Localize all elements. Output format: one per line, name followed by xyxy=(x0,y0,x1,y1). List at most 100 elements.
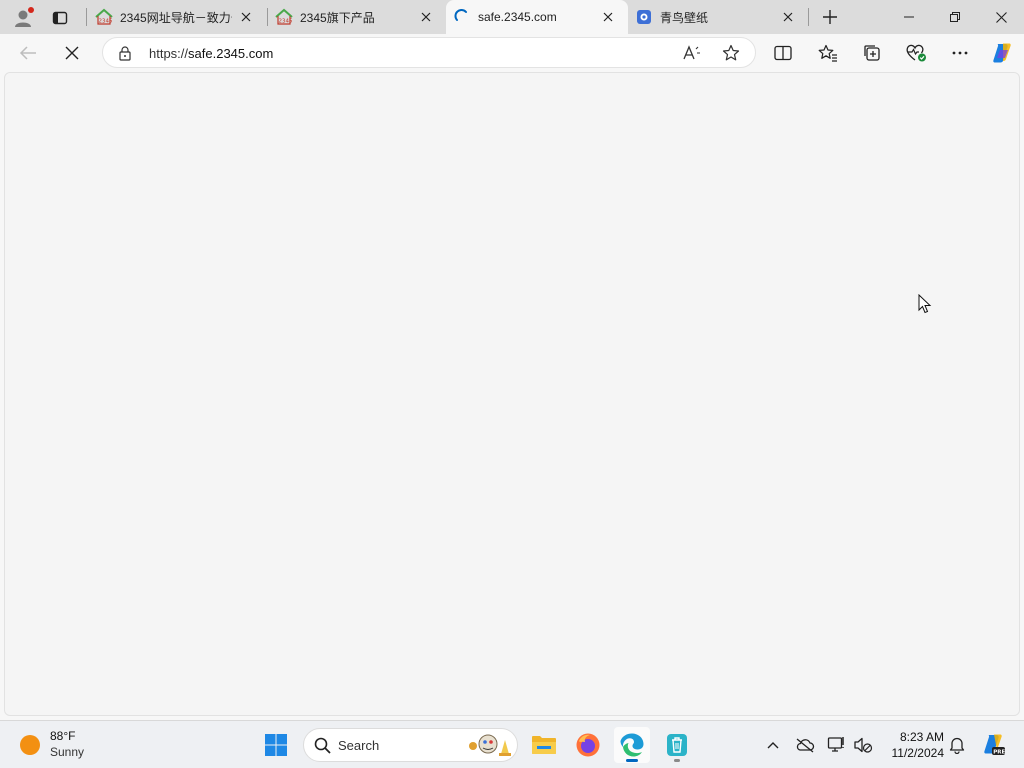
favorites-icon xyxy=(818,44,837,62)
copilot-taskbar-button[interactable]: PRE xyxy=(980,732,1006,758)
onedrive-tray-button[interactable] xyxy=(794,734,816,756)
browser-toolbar: https://safe.2345.com xyxy=(0,34,1024,72)
search-label: Search xyxy=(338,738,380,753)
svg-text:2345: 2345 xyxy=(279,19,293,25)
address-bar[interactable]: https://safe.2345.com xyxy=(102,37,756,68)
2345-house-icon: 2345 xyxy=(94,7,114,27)
tab-close-button[interactable] xyxy=(416,7,436,27)
tab-close-button[interactable] xyxy=(778,7,798,27)
tab-strip: 2345 2345网址导航－致力于 2345 2345旗下产品 safe.234… xyxy=(0,0,1024,34)
more-horizontal-icon xyxy=(952,51,968,55)
copilot-pre-icon: PRE xyxy=(984,734,1005,756)
collections-button[interactable] xyxy=(857,38,887,68)
volume-muted-icon xyxy=(854,737,873,753)
weather-condition: Sunny xyxy=(50,745,85,759)
tab-separator xyxy=(808,8,809,26)
clock-time: 8:23 AM xyxy=(899,730,944,744)
file-explorer-button[interactable] xyxy=(526,727,562,763)
system-clock[interactable]: 8:23 AM 11/2/2024 xyxy=(880,729,945,761)
split-screen-button[interactable] xyxy=(768,38,798,68)
weather-temp: 88°F xyxy=(50,729,76,743)
taskbar-search[interactable]: Search xyxy=(303,728,518,762)
network-tray-button[interactable] xyxy=(826,734,848,756)
tab-qingniao-wallpaper[interactable]: 青鸟壁纸 xyxy=(628,0,808,34)
edge-taskbar-button[interactable] xyxy=(614,727,650,763)
search-highlight-icon xyxy=(469,734,511,756)
notifications-button[interactable] xyxy=(946,734,968,756)
close-window-button[interactable] xyxy=(978,0,1024,34)
favorites-button[interactable] xyxy=(813,38,843,68)
windows-logo-icon xyxy=(265,734,287,756)
new-tab-button[interactable] xyxy=(816,4,844,30)
profile-button[interactable] xyxy=(6,4,40,32)
minimize-button[interactable] xyxy=(886,0,932,34)
stop-loading-button[interactable] xyxy=(57,38,87,68)
url-host: safe.2345.com xyxy=(188,46,274,61)
tab-actions-icon xyxy=(52,11,68,25)
running-app-indicator xyxy=(674,759,680,762)
tab-title: 2345旗下产品 xyxy=(300,10,375,25)
recycle-app-button[interactable] xyxy=(659,727,695,763)
network-display-icon xyxy=(827,737,844,752)
split-screen-icon xyxy=(774,45,792,61)
svg-text:2345: 2345 xyxy=(99,19,113,25)
close-icon xyxy=(995,11,1007,23)
web-content-area[interactable] xyxy=(4,72,1020,716)
tab-close-button[interactable] xyxy=(236,7,256,27)
volume-tray-button[interactable] xyxy=(852,734,874,756)
clock-date: 11/2/2024 xyxy=(891,746,945,760)
read-aloud-icon xyxy=(683,45,700,60)
tab-title: safe.2345.com xyxy=(478,10,557,24)
restore-button[interactable] xyxy=(932,0,978,34)
recycle-bin-icon xyxy=(667,734,687,756)
copilot-icon xyxy=(993,43,1011,63)
browser-essentials-button[interactable] xyxy=(901,38,931,68)
chevron-up-icon xyxy=(767,742,779,749)
read-aloud-button[interactable] xyxy=(681,43,703,63)
firefox-button[interactable] xyxy=(570,727,606,763)
tab-title: 2345网址导航－致力于 xyxy=(120,10,232,25)
notification-dot xyxy=(28,7,34,13)
minimize-icon xyxy=(904,16,914,18)
close-icon xyxy=(783,12,793,22)
back-arrow-icon xyxy=(19,46,36,60)
2345-house-icon: 2345 xyxy=(274,7,294,27)
tab-safe-2345[interactable]: safe.2345.com xyxy=(446,0,628,34)
firefox-icon xyxy=(576,733,600,757)
tab-close-button[interactable] xyxy=(598,7,618,27)
collections-icon xyxy=(864,45,880,61)
restore-icon xyxy=(950,12,960,22)
close-icon xyxy=(421,12,431,22)
star-icon xyxy=(722,44,740,61)
plus-icon xyxy=(823,10,837,24)
qingniao-app-icon xyxy=(634,7,654,27)
folder-icon xyxy=(532,736,556,754)
tab-2345-nav[interactable]: 2345 2345网址导航－致力于 xyxy=(88,0,266,34)
bell-icon xyxy=(949,737,965,754)
active-app-indicator xyxy=(626,759,638,762)
tab-2345-products[interactable]: 2345 2345旗下产品 xyxy=(268,0,446,34)
stop-x-icon xyxy=(65,46,79,60)
url-text[interactable]: https://safe.2345.com xyxy=(149,46,273,61)
url-scheme: https:// xyxy=(149,46,189,61)
cloud-offline-icon xyxy=(796,738,815,753)
edge-icon xyxy=(620,733,644,757)
svg-text:PRE: PRE xyxy=(993,750,1005,756)
sun-icon xyxy=(20,735,40,755)
loading-spinner-icon xyxy=(452,7,472,27)
tab-separator xyxy=(86,8,87,26)
settings-more-button[interactable] xyxy=(945,38,975,68)
lock-icon[interactable] xyxy=(117,45,133,61)
close-icon xyxy=(241,12,251,22)
add-favorite-button[interactable] xyxy=(720,42,742,64)
search-icon xyxy=(314,737,331,754)
close-icon xyxy=(603,12,613,22)
show-hidden-icons-button[interactable] xyxy=(762,734,784,756)
copilot-button[interactable] xyxy=(987,38,1017,68)
start-button[interactable] xyxy=(258,727,294,763)
back-button[interactable] xyxy=(13,38,43,68)
mouse-cursor-icon xyxy=(918,294,932,314)
tab-actions-button[interactable] xyxy=(46,4,74,32)
weather-widget[interactable]: 88°F Sunny xyxy=(18,727,108,763)
taskbar: 88°F Sunny Search 8:23 AM 11/2/2024 PRE xyxy=(0,720,1024,768)
